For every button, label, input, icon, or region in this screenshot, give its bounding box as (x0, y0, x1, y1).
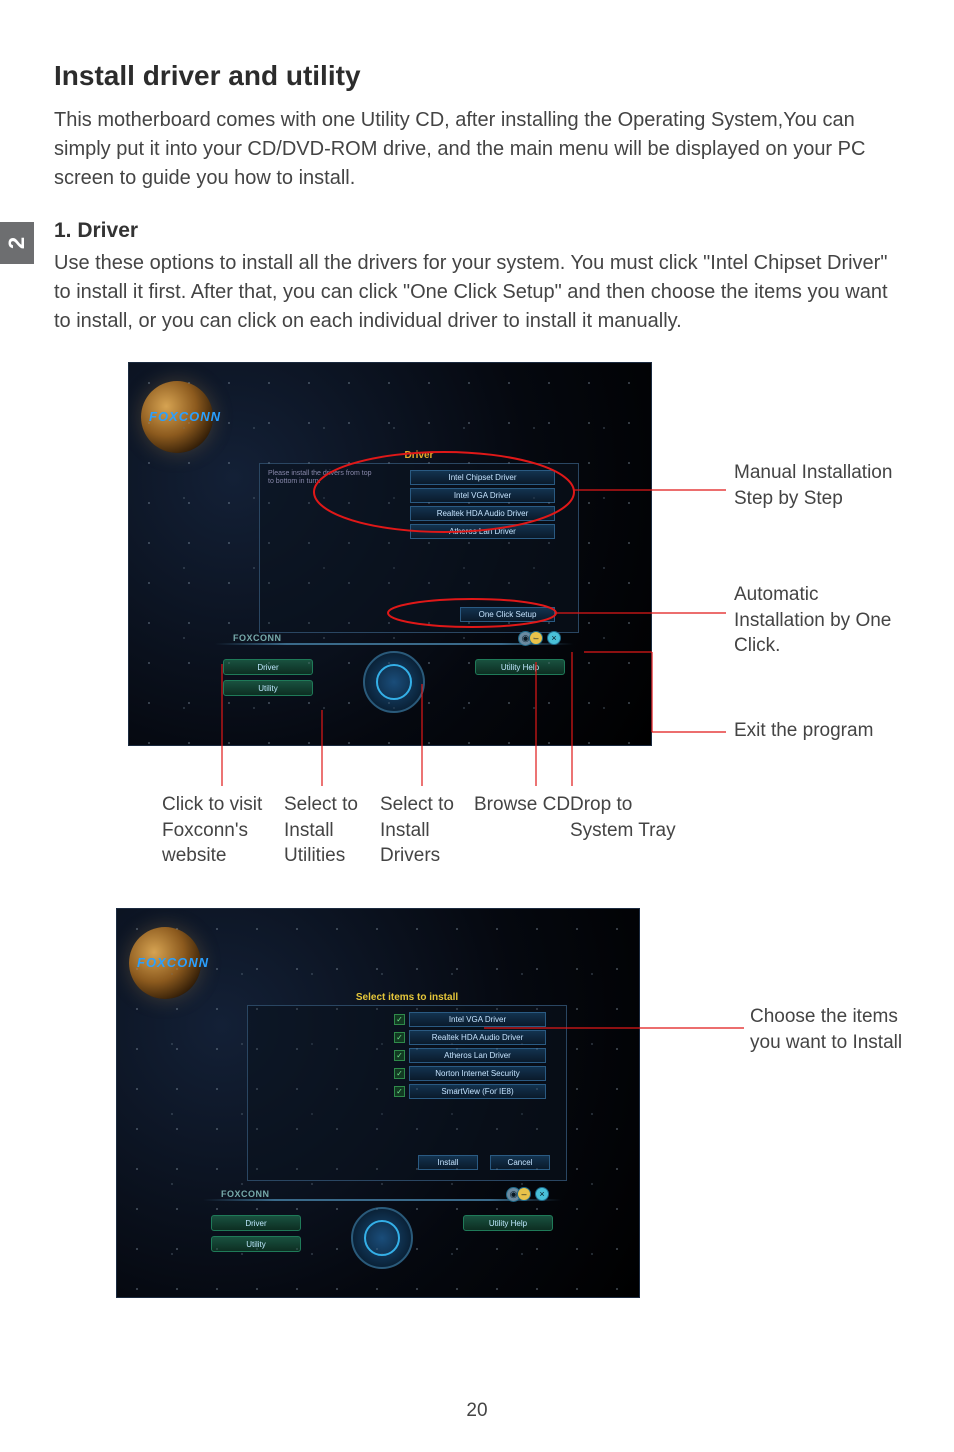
close-icon[interactable]: × (535, 1187, 549, 1201)
browse-cd-icon[interactable]: ◉ (506, 1187, 521, 1202)
dock-utility-button[interactable]: Utility (211, 1236, 301, 1252)
section-paragraph-driver: Use these options to install all the dri… (54, 249, 900, 336)
checkbox-icon[interactable]: ✓ (394, 1014, 405, 1025)
close-icon[interactable]: × (547, 631, 561, 645)
figure-select-items: FOXCONN Select items to install ✓Intel V… (54, 908, 900, 1308)
dock-utility-help-button[interactable]: Utility Help (475, 659, 565, 675)
select-items-panel: Select items to install ✓Intel VGA Drive… (247, 1005, 567, 1181)
driver-item-audio[interactable]: Realtek HDA Audio Driver (410, 506, 555, 521)
dock-utility-help-button[interactable]: Utility Help (463, 1215, 553, 1231)
dock-bar: FOXCONN ◉ – × Driver Utility Utility Hel… (215, 629, 573, 713)
callout-manual-install: Manual Installation Step by Step (734, 460, 904, 511)
brand-logo-top: FOXCONN (149, 409, 221, 424)
brand-logo-top: FOXCONN (137, 955, 209, 970)
callout-auto-install: Automatic Installation by One Click. (734, 582, 904, 659)
planet-graphic (141, 381, 213, 453)
driver-item-lan[interactable]: Atheros Lan Driver (410, 524, 555, 539)
driver-list: Intel Chipset Driver Intel VGA Driver Re… (410, 470, 555, 539)
dock-bar: FOXCONN ◉ – × Driver Utility Utility Hel… (203, 1185, 561, 1269)
minimize-icon[interactable]: – (517, 1187, 531, 1201)
dock-utility-button[interactable]: Utility (223, 680, 313, 696)
intro-paragraph: This motherboard comes with one Utility … (54, 106, 900, 193)
checkbox-icon[interactable]: ✓ (394, 1086, 405, 1097)
figure-driver-menu: FOXCONN Driver Please install the driver… (54, 362, 900, 882)
section-heading-driver: 1. Driver (54, 219, 900, 243)
callout-visit-website: Click to visit Foxconn's website (162, 792, 282, 869)
chapter-tab: 2 (0, 222, 34, 264)
driver-item-chipset[interactable]: Intel Chipset Driver (410, 470, 555, 485)
install-hint: Please install the drivers from top to b… (268, 470, 378, 487)
install-item-row[interactable]: ✓ Intel VGA Driver (394, 1012, 546, 1027)
callout-exit: Exit the program (734, 718, 904, 744)
chapter-number: 2 (4, 237, 30, 249)
dock-driver-button[interactable]: Driver (223, 659, 313, 675)
install-item-norton: Norton Internet Security (409, 1066, 546, 1081)
callout-install-drivers: Select to Install Drivers (380, 792, 472, 869)
page-number: 20 (466, 1400, 487, 1422)
callout-install-utilities: Select to Install Utilities (284, 792, 376, 869)
install-item-row[interactable]: ✓ Realtek HDA Audio Driver (394, 1030, 546, 1045)
install-button[interactable]: Install (418, 1155, 478, 1170)
screenshot-driver-menu: FOXCONN Driver Please install the driver… (128, 362, 652, 746)
screenshot-select-items: FOXCONN Select items to install ✓Intel V… (116, 908, 640, 1298)
page-content: Install driver and utility This motherbo… (54, 60, 900, 1308)
driver-item-vga[interactable]: Intel VGA Driver (410, 488, 555, 503)
checkbox-icon[interactable]: ✓ (394, 1068, 405, 1079)
install-item-audio: Realtek HDA Audio Driver (409, 1030, 546, 1045)
one-click-setup-button[interactable]: One Click Setup (460, 607, 555, 622)
driver-panel: Driver Please install the drivers from t… (259, 463, 579, 633)
minimize-icon[interactable]: – (529, 631, 543, 645)
install-item-row[interactable]: ✓ Norton Internet Security (394, 1066, 546, 1081)
browse-cd-icon[interactable]: ◉ (518, 631, 533, 646)
dock-center-dial[interactable] (351, 1207, 413, 1269)
checkbox-icon[interactable]: ✓ (394, 1050, 405, 1061)
dock-brand[interactable]: FOXCONN (221, 1189, 270, 1199)
page-title: Install driver and utility (54, 60, 900, 92)
install-item-row[interactable]: ✓ SmartView (For IE8) (394, 1084, 546, 1099)
panel-title: Select items to install (356, 992, 458, 1003)
planet-graphic (129, 927, 201, 999)
dock-driver-button[interactable]: Driver (211, 1215, 301, 1231)
checkbox-icon[interactable]: ✓ (394, 1032, 405, 1043)
install-item-lan: Atheros Lan Driver (409, 1048, 546, 1063)
cancel-button[interactable]: Cancel (490, 1155, 550, 1170)
dock-center-dial[interactable] (363, 651, 425, 713)
install-item-smartview: SmartView (For IE8) (409, 1084, 546, 1099)
callout-system-tray: Drop to System Tray (570, 792, 700, 843)
callout-choose-items: Choose the items you want to Install (750, 1004, 910, 1055)
install-item-vga: Intel VGA Driver (409, 1012, 546, 1027)
dock-brand[interactable]: FOXCONN (233, 633, 282, 643)
callout-browse-cd: Browse CD (474, 792, 584, 818)
panel-title: Driver (405, 450, 434, 461)
install-item-row[interactable]: ✓ Atheros Lan Driver (394, 1048, 546, 1063)
install-items-list: ✓ Intel VGA Driver ✓ Realtek HDA Audio Dri… (394, 1012, 546, 1099)
